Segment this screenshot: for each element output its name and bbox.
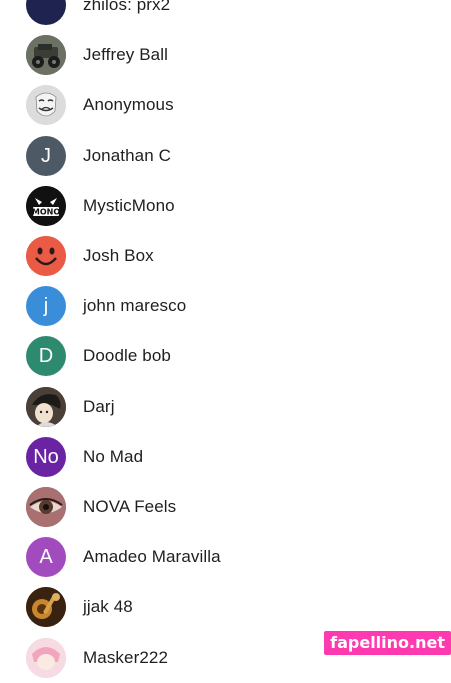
contact-name: Jonathan C bbox=[83, 145, 171, 165]
contact-row[interactable]: D Doodle bob bbox=[0, 331, 451, 381]
contact-row[interactable]: Jeffrey Ball bbox=[0, 30, 451, 80]
avatar: J bbox=[26, 135, 66, 176]
eye-closeup-icon bbox=[26, 486, 66, 527]
contact-name: Darj bbox=[83, 396, 115, 416]
contact-name: No Mad bbox=[83, 446, 144, 466]
contact-name: Josh Box bbox=[83, 246, 154, 266]
contact-name: Anonymous bbox=[83, 95, 174, 115]
instrument-photo-icon bbox=[26, 587, 66, 628]
monster-truck-photo-icon bbox=[26, 35, 66, 76]
avatar bbox=[26, 0, 66, 26]
avatar-initial: A bbox=[39, 546, 53, 569]
contact-name: Masker222 bbox=[83, 647, 168, 667]
avatar-initial: No bbox=[33, 445, 59, 468]
avatar: No bbox=[26, 436, 66, 477]
contact-row[interactable]: A Amadeo Maravilla bbox=[0, 532, 451, 582]
contact-row[interactable]: Josh Box bbox=[0, 231, 451, 281]
watermark: fapellino.net bbox=[324, 631, 451, 655]
smiley-face-icon bbox=[26, 236, 66, 277]
contact-row[interactable]: NOVA Feels bbox=[0, 482, 451, 532]
anime-character-icon bbox=[26, 386, 66, 427]
avatar: D bbox=[26, 336, 66, 377]
contact-name: Amadeo Maravilla bbox=[83, 547, 221, 567]
contact-row[interactable]: MONO MysticMono bbox=[0, 181, 451, 231]
avatar-initial: J bbox=[41, 144, 51, 167]
contact-row[interactable]: Anonymous bbox=[0, 80, 451, 130]
contact-list: zhilos: prx2 Jeffrey Ball Anonymous J Jo… bbox=[0, 0, 451, 683]
avatar: A bbox=[26, 537, 66, 578]
contact-name: MysticMono bbox=[83, 195, 175, 215]
svg-text:MONO: MONO bbox=[32, 207, 60, 216]
contact-name: john maresco bbox=[83, 296, 187, 316]
guy-fawkes-mask-icon bbox=[26, 85, 66, 126]
contact-row[interactable]: J Jonathan C bbox=[0, 131, 451, 181]
contact-row[interactable]: Darj bbox=[0, 382, 451, 432]
contact-name: NOVA Feels bbox=[83, 496, 177, 516]
contact-row[interactable]: zhilos: prx2 bbox=[0, 0, 451, 30]
contact-row[interactable]: jjak 48 bbox=[0, 582, 451, 632]
pink-anime-icon bbox=[26, 637, 66, 678]
contact-name: zhilos: prx2 bbox=[83, 0, 171, 15]
mono-logo-icon: MONO bbox=[26, 185, 66, 226]
avatar-initial: j bbox=[43, 295, 49, 318]
contact-name: Jeffrey Ball bbox=[83, 45, 168, 65]
contact-row[interactable]: j john maresco bbox=[0, 281, 451, 331]
contact-name: Doodle bob bbox=[83, 346, 171, 366]
contact-row[interactable]: No No Mad bbox=[0, 432, 451, 482]
avatar-initial: D bbox=[38, 345, 54, 368]
contact-name: jjak 48 bbox=[83, 597, 133, 617]
avatar: j bbox=[26, 286, 66, 327]
